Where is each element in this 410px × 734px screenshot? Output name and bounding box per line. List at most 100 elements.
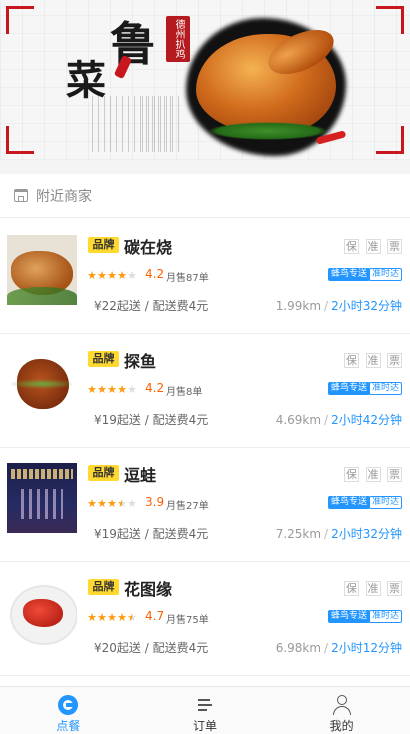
distance: 6.98km — [275, 641, 322, 655]
food-image — [7, 349, 77, 419]
star-icon: ★ — [107, 383, 117, 396]
star-icon: ★ — [107, 269, 117, 282]
star-icon: ★ — [107, 611, 117, 624]
star-icon: ★ — [127, 497, 137, 510]
time-separator: / — [324, 527, 329, 541]
brand-badge: 品牌 — [88, 465, 119, 481]
distance-time: 6.98km/2小时12分钟 — [276, 639, 402, 656]
star-icon: ★ — [97, 611, 107, 624]
shop-item[interactable]: 品牌 逗蛙 保 准 票 ★ ★ ★ ★ ★ 3.9 月售27单 蜂鸟专送 准时达 ¥19… — [0, 447, 410, 562]
time-separator: / — [324, 299, 329, 313]
distance-time: 7.25km/2小时32分钟 — [276, 525, 402, 542]
monthly-sales: 月售8单 — [166, 387, 203, 398]
shop-thumbnail — [7, 235, 77, 305]
tab-profile[interactable]: 我的 — [273, 687, 410, 734]
guarantee-tag: 准 — [365, 353, 381, 368]
ontime-tag: 准时达 — [368, 382, 402, 395]
star-icon: ★ — [97, 269, 107, 282]
tab-label: 点餐 — [56, 719, 81, 733]
guarantee-tags: 保 准 票 — [343, 352, 402, 368]
shop-icon — [14, 189, 28, 202]
star-icon: ★ — [87, 383, 97, 396]
delivery-time: 2小时12分钟 — [331, 641, 402, 655]
tab-orders[interactable]: 订单 — [137, 687, 274, 734]
fee-separator: / — [140, 641, 153, 655]
order-fees: ¥19起送 / 配送费4元 — [94, 525, 208, 542]
rating-score: 4.2 — [145, 267, 165, 281]
delivery-fee: 配送费4元 — [152, 413, 209, 427]
garnish-image — [208, 122, 328, 140]
delivery-fee: 配送费4元 — [152, 641, 209, 655]
min-order: ¥20起送 — [94, 641, 141, 655]
delivery-tag: 蜂鸟专送 — [327, 610, 370, 623]
rating-score: 3.9 — [145, 495, 165, 509]
monthly-sales: 月售87单 — [166, 273, 209, 284]
section-title: 附近商家 — [36, 188, 92, 205]
distance-time: 4.69km/2小时42分钟 — [276, 411, 402, 428]
eleme-logo-icon — [57, 694, 79, 716]
user-profile-icon — [331, 694, 353, 716]
guarantee-tag: 保 — [344, 353, 359, 368]
promo-banner[interactable]: 鲁 菜 德州扒鸡 — [0, 0, 410, 160]
guarantee-tags: 保 准 票 — [343, 466, 402, 482]
delivery-time: 2小时42分钟 — [331, 413, 402, 427]
shop-item[interactable]: 品牌 探鱼 保 准 票 ★ ★ ★ ★ ★ 4.2 月售8单 蜂鸟专送 准时达 ¥19起… — [0, 333, 410, 448]
min-order: ¥19起送 — [94, 527, 141, 541]
guarantee-tags: 保 准 票 — [343, 580, 402, 596]
delivery-tag: 蜂鸟专送 — [327, 382, 370, 395]
tab-label: 订单 — [193, 719, 218, 733]
food-image — [7, 463, 77, 533]
guarantee-tag: 保 — [344, 467, 359, 482]
food-image — [7, 577, 77, 647]
nearby-shops-header: 附近商家 — [0, 174, 410, 218]
brand-badge: 品牌 — [88, 579, 119, 595]
distance-time: 1.99km/2小时32分钟 — [276, 297, 402, 314]
monthly-sales: 月售75单 — [166, 615, 209, 626]
shop-thumbnail — [7, 577, 77, 647]
guarantee-tag: 票 — [387, 239, 402, 254]
ontime-tag: 准时达 — [368, 610, 402, 623]
food-image — [7, 235, 77, 305]
banner-char: 菜 — [66, 57, 106, 104]
brand-badge: 品牌 — [88, 351, 119, 367]
delivery-fee: 配送费4元 — [152, 299, 209, 313]
banner-char: 鲁 — [110, 17, 156, 71]
delivery-tag: 蜂鸟专送 — [327, 496, 370, 509]
rating-score: 4.2 — [145, 381, 165, 395]
delivery-fee: 配送费4元 — [152, 527, 209, 541]
banner-corner-ornament — [6, 126, 34, 154]
order-fees: ¥20起送 / 配送费4元 — [94, 639, 208, 656]
star-icon: ★ — [87, 269, 97, 282]
ontime-tag: 准时达 — [368, 496, 402, 509]
banner-corner-ornament — [376, 126, 404, 154]
rating-stars: ★ ★ ★ ★ ★ — [87, 612, 137, 624]
min-order: ¥22起送 — [94, 299, 141, 313]
ontime-tag: 准时达 — [368, 268, 402, 281]
fee-separator: / — [140, 527, 153, 541]
brand-badge: 品牌 — [88, 237, 119, 253]
star-icon: ★ — [87, 497, 97, 510]
tab-order-food[interactable]: 点餐 — [0, 687, 137, 734]
guarantee-tag: 保 — [344, 581, 359, 596]
guarantee-tag: 准 — [365, 467, 381, 482]
distance: 7.25km — [275, 527, 322, 541]
star-icon: ★ — [97, 497, 107, 510]
rating-score: 4.7 — [145, 609, 165, 623]
delivery-tag: 蜂鸟专送 — [327, 268, 370, 281]
guarantee-tag: 准 — [365, 239, 381, 254]
shop-thumbnail — [7, 349, 77, 419]
rating-stars: ★ ★ ★ ★ ★ — [87, 270, 137, 282]
rating-stars: ★ ★ ★ ★ ★ — [87, 498, 137, 510]
order-fees: ¥22起送 / 配送费4元 — [94, 297, 208, 314]
star-icon: ★ — [117, 269, 127, 282]
star-icon: ★ — [127, 383, 137, 396]
distance: 4.69km — [275, 413, 322, 427]
star-icon: ★ — [117, 383, 127, 396]
distance: 1.99km — [275, 299, 322, 313]
guarantee-tag: 票 — [387, 581, 402, 596]
guarantee-tag: 票 — [387, 467, 402, 482]
shop-item[interactable]: 品牌 碳在烧 保 准 票 ★ ★ ★ ★ ★ 4.2 月售87单 蜂鸟专送 准时达 ¥2… — [0, 219, 410, 334]
shop-item[interactable]: 品牌 花图缘 保 准 票 ★ ★ ★ ★ ★ 4.7 月售75单 蜂鸟专送 准时达 ¥2… — [0, 561, 410, 676]
section-divider — [0, 160, 410, 174]
guarantee-tag: 准 — [365, 581, 381, 596]
